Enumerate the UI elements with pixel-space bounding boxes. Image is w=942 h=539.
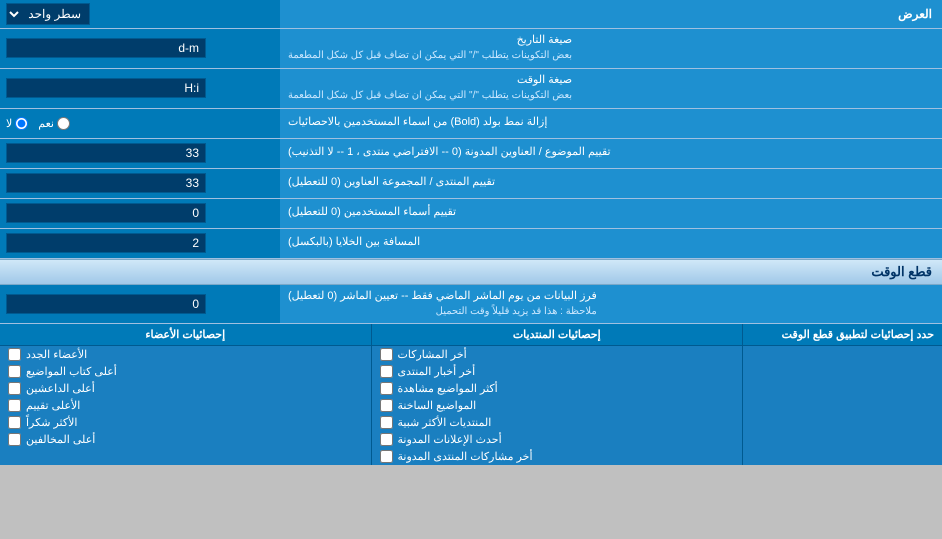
- stats-item: أعلى المخالفين: [0, 431, 371, 448]
- cut-time-row: فرز البيانات من يوم الماشر الماضي فقط --…: [0, 285, 942, 325]
- topic-order-input-area: [0, 139, 280, 168]
- forum-order-row: تقييم المنتدى / المجموعة العناوين (0 للت…: [0, 169, 942, 199]
- cell-spacing-row: المسافة بين الخلايا (بالبكسل): [0, 229, 942, 259]
- checkbox-top-violators[interactable]: [8, 433, 21, 446]
- checkbox-last-forum-posts[interactable]: [380, 450, 393, 463]
- cell-spacing-input[interactable]: [6, 233, 206, 253]
- cut-time-input[interactable]: [6, 294, 206, 314]
- checkbox-last-posts[interactable]: [380, 348, 393, 361]
- top-row: العرض سطر واحد سطران ثلاثة أسطر: [0, 0, 942, 29]
- checkbox-most-viewed[interactable]: [380, 382, 393, 395]
- cut-section-header: قطع الوقت: [0, 259, 942, 285]
- radio-yes[interactable]: [57, 117, 70, 130]
- cell-spacing-label: المسافة بين الخلايا (بالبكسل): [280, 229, 942, 258]
- stats-item: الأعضاء الجدد: [0, 346, 371, 363]
- checkbox-top-posters[interactable]: [8, 365, 21, 378]
- bold-radio-group: نعم لا: [6, 117, 70, 130]
- stats-item: أكثر المواضيع مشاهدة: [372, 380, 743, 397]
- cut-time-input-area: [0, 285, 280, 324]
- stats-label-spacer: [742, 346, 942, 465]
- stats-col2-header: إحصائيات الأعضاء: [0, 324, 371, 345]
- stats-col2: الأعضاء الجدد أعلى كتاب المواضيع أعلى ال…: [0, 346, 371, 465]
- checkbox-most-thanked[interactable]: [8, 416, 21, 429]
- forum-order-input[interactable]: [6, 173, 206, 193]
- main-container: العرض سطر واحد سطران ثلاثة أسطر صيغة الت…: [0, 0, 942, 465]
- stats-main-header: حدد إحصائيات لتطبيق قطع الوقت: [742, 324, 942, 345]
- checkbox-new-members[interactable]: [8, 348, 21, 361]
- stats-col1: أخر المشاركات أخر أخبار المنتدى أكثر الم…: [371, 346, 743, 465]
- cut-time-label: فرز البيانات من يوم الماشر الماضي فقط --…: [280, 285, 942, 324]
- checkbox-latest-announce[interactable]: [380, 433, 393, 446]
- time-format-label: صيغة الوقتبعض التكوينات يتطلب "/" التي ي…: [280, 69, 942, 108]
- bold-remove-label: إزالة نمط بولد (Bold) من اسماء المستخدمي…: [280, 109, 942, 138]
- checkbox-top-rated[interactable]: [8, 399, 21, 412]
- radio-no-label[interactable]: لا: [6, 117, 28, 130]
- stats-item: أخر مشاركات المنتدى المدونة: [372, 448, 743, 465]
- radio-yes-label[interactable]: نعم: [38, 117, 70, 130]
- time-format-row: صيغة الوقتبعض التكوينات يتطلب "/" التي ي…: [0, 69, 942, 109]
- stats-item: أخر المشاركات: [372, 346, 743, 363]
- user-names-input-area: [0, 199, 280, 228]
- topic-order-input[interactable]: [6, 143, 206, 163]
- stats-header: حدد إحصائيات لتطبيق قطع الوقت إحصائيات ا…: [0, 324, 942, 346]
- date-format-row: صيغة التاريخبعض التكوينات يتطلب "/" التي…: [0, 29, 942, 69]
- stats-col1-header: إحصائيات المنتديات: [371, 324, 743, 345]
- stats-item: المواضيع الساخنة: [372, 397, 743, 414]
- stats-item: أخر أخبار المنتدى: [372, 363, 743, 380]
- stats-container: حدد إحصائيات لتطبيق قطع الوقت إحصائيات ا…: [0, 324, 942, 465]
- bold-remove-input-area: نعم لا: [0, 109, 280, 138]
- stats-item: أعلى كتاب المواضيع: [0, 363, 371, 380]
- display-input-area: سطر واحد سطران ثلاثة أسطر: [0, 0, 280, 28]
- topic-order-row: تقييم الموضوع / العناوين المدونة (0 -- ا…: [0, 139, 942, 169]
- topic-order-label: تقييم الموضوع / العناوين المدونة (0 -- ا…: [280, 139, 942, 168]
- bold-remove-row: إزالة نمط بولد (Bold) من اسماء المستخدمي…: [0, 109, 942, 139]
- display-label: العرض: [280, 3, 942, 25]
- user-names-label: تقييم أسماء المستخدمين (0 للتعطيل): [280, 199, 942, 228]
- date-format-input-area: [0, 29, 280, 68]
- stats-item: الأعلى تقييم: [0, 397, 371, 414]
- user-names-row: تقييم أسماء المستخدمين (0 للتعطيل): [0, 199, 942, 229]
- checkbox-hot-topics[interactable]: [380, 399, 393, 412]
- date-format-input[interactable]: [6, 38, 206, 58]
- forum-order-input-area: [0, 169, 280, 198]
- date-format-label: صيغة التاريخبعض التكوينات يتطلب "/" التي…: [280, 29, 942, 68]
- checkbox-top-active[interactable]: [8, 382, 21, 395]
- stats-item: أعلى الداعشين: [0, 380, 371, 397]
- radio-no[interactable]: [15, 117, 28, 130]
- stats-item: الأكثر شكراً: [0, 414, 371, 431]
- checkbox-forum-news[interactable]: [380, 365, 393, 378]
- cell-spacing-input-area: [0, 229, 280, 258]
- checkbox-popular-forums[interactable]: [380, 416, 393, 429]
- stats-item: المنتديات الأكثر شبية: [372, 414, 743, 431]
- user-names-input[interactable]: [6, 203, 206, 223]
- stats-items: أخر المشاركات أخر أخبار المنتدى أكثر الم…: [0, 346, 942, 465]
- time-format-input-area: [0, 69, 280, 108]
- time-format-input[interactable]: [6, 78, 206, 98]
- forum-order-label: تقييم المنتدى / المجموعة العناوين (0 للت…: [280, 169, 942, 198]
- stats-item: أحدث الإعلانات المدونة: [372, 431, 743, 448]
- display-select[interactable]: سطر واحد سطران ثلاثة أسطر: [6, 3, 90, 25]
